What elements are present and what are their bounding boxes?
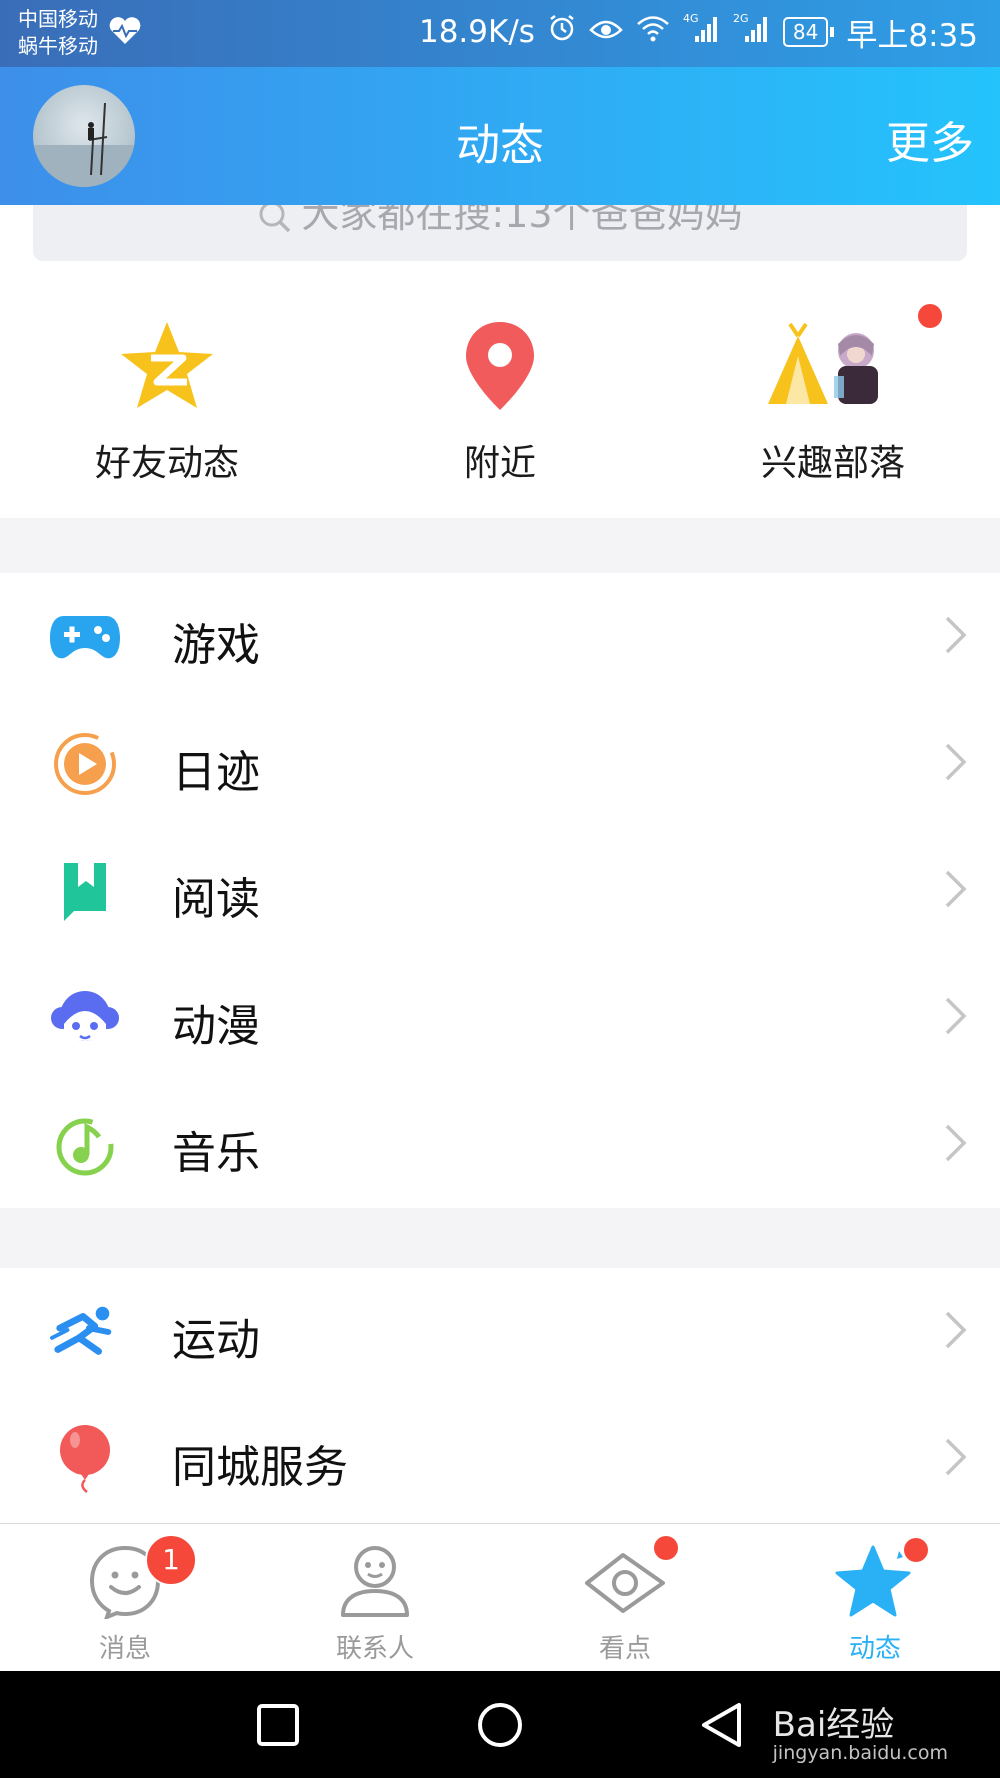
chevron-right-icon [944, 615, 968, 659]
tab-label: 联系人 [335, 1634, 414, 1664]
app-header: 动态 更多 [0, 67, 1000, 205]
location-pin-icon [462, 320, 538, 416]
section-divider [0, 518, 1000, 573]
quick-entries: 好友动态 附近 兴趣部落 [0, 290, 1000, 518]
qzone-star-icon [117, 318, 217, 418]
contact-person-icon [339, 1543, 411, 1623]
watermark-brand: Bai经验 [772, 1705, 895, 1745]
list-item-anime[interactable]: 动漫 [0, 954, 1000, 1082]
battery-icon: 84 [782, 17, 835, 47]
watermark: Bai经验 jingyan.baidu.com [773, 1697, 948, 1764]
battery-level: 84 [782, 17, 829, 47]
recent-apps-button[interactable] [218, 1671, 338, 1778]
list-item-label: 运动 [172, 1315, 260, 1366]
alarm-icon [547, 13, 577, 51]
quick-entry-nearby[interactable]: 附近 [333, 290, 667, 486]
signal-icon-2: 2G [733, 12, 771, 52]
status-time: 早上8:35 [846, 17, 978, 54]
list-item-sports[interactable]: 运动 [0, 1268, 1000, 1396]
list-item-game[interactable]: 游戏 [0, 573, 1000, 701]
list-item-music[interactable]: 音乐 [0, 1081, 1000, 1208]
chevron-right-icon [944, 996, 968, 1040]
system-nav-bar: Bai经验 jingyan.baidu.com [0, 1671, 1000, 1778]
status-bar: 中国移动 蜗牛移动 18.9K/s 4G 2G 84 早上8:35 [0, 0, 1000, 67]
page-title: 动态 [456, 120, 544, 171]
chevron-right-icon [944, 1123, 968, 1167]
tab-label: 动态 [848, 1634, 901, 1664]
network-speed: 18.9K/s [418, 14, 535, 50]
tab-highlights[interactable]: 看点 [500, 1524, 750, 1672]
bottom-tab-bar: 1 消息 联系人 看点 动态 [0, 1523, 1000, 1672]
tent-icon [768, 316, 898, 420]
book-icon [50, 859, 120, 923]
quick-entry-label: 好友动态 [94, 443, 239, 484]
chevron-right-icon [944, 869, 968, 913]
eye-comfort-icon [589, 14, 623, 50]
tab-messages[interactable]: 1 消息 [0, 1524, 250, 1672]
chevron-right-icon [944, 1437, 968, 1481]
list-item-label: 动漫 [172, 1001, 260, 1052]
back-button[interactable] [662, 1671, 782, 1778]
carrier-info: 中国移动 蜗牛移动 [18, 6, 98, 60]
list-item-label: 音乐 [172, 1128, 260, 1179]
section-divider [0, 1208, 1000, 1268]
unread-badge: 1 [145, 1534, 197, 1586]
list-item-label: 游戏 [172, 620, 260, 671]
list-item-label: 日迹 [172, 747, 260, 798]
search-icon [257, 205, 301, 236]
notification-dot [654, 1536, 678, 1560]
notification-dot [918, 304, 942, 328]
list-item-label: 同城服务 [172, 1442, 348, 1493]
list-item-daily-trace[interactable]: 日迹 [0, 700, 1000, 828]
search-bar[interactable]: 大家都在搜:13个爸爸妈妈 [33, 205, 967, 261]
balloon-icon [50, 1425, 120, 1493]
search-placeholder: 大家都在搜:13个爸爸妈妈 [301, 205, 743, 236]
carrier-name-1: 中国移动 [18, 7, 98, 31]
quick-entry-interest-tribe[interactable]: 兴趣部落 [666, 290, 1000, 486]
status-indicators: 18.9K/s 4G 2G 84 早上8:35 [419, 10, 978, 54]
heartbeat-icon [108, 16, 142, 50]
list-item-local-services[interactable]: 同城服务 [0, 1395, 1000, 1522]
signal2-label: 2G [733, 12, 749, 25]
notification-dot [904, 1538, 928, 1562]
chevron-right-icon [944, 742, 968, 786]
play-circle-icon [50, 732, 120, 796]
avatar-character-icon [834, 333, 878, 404]
wifi-icon [635, 14, 671, 50]
chevron-right-icon [944, 1310, 968, 1354]
eye-icon [583, 1547, 667, 1619]
tab-contacts[interactable]: 联系人 [250, 1524, 500, 1672]
quick-entry-label: 附近 [463, 443, 536, 484]
more-button[interactable]: 更多 [886, 107, 974, 171]
home-button[interactable] [440, 1671, 560, 1778]
signal-icon: 4G [683, 12, 721, 52]
tab-label: 消息 [98, 1634, 151, 1664]
list-item-reading[interactable]: 阅读 [0, 827, 1000, 955]
quick-entry-label: 兴趣部落 [760, 443, 905, 484]
quick-entry-friends-feed[interactable]: 好友动态 [0, 290, 334, 486]
tab-label: 看点 [598, 1634, 651, 1664]
tab-feed[interactable]: 动态 [750, 1524, 1000, 1672]
list-item-label: 阅读 [172, 874, 260, 925]
watermark-url: jingyan.baidu.com [772, 1742, 948, 1764]
carrier-name-2: 蜗牛移动 [18, 34, 98, 58]
gamepad-icon [50, 605, 120, 669]
anime-face-icon [50, 986, 120, 1050]
running-icon [50, 1300, 120, 1364]
music-note-icon [50, 1113, 120, 1177]
signal1-label: 4G [683, 12, 699, 25]
